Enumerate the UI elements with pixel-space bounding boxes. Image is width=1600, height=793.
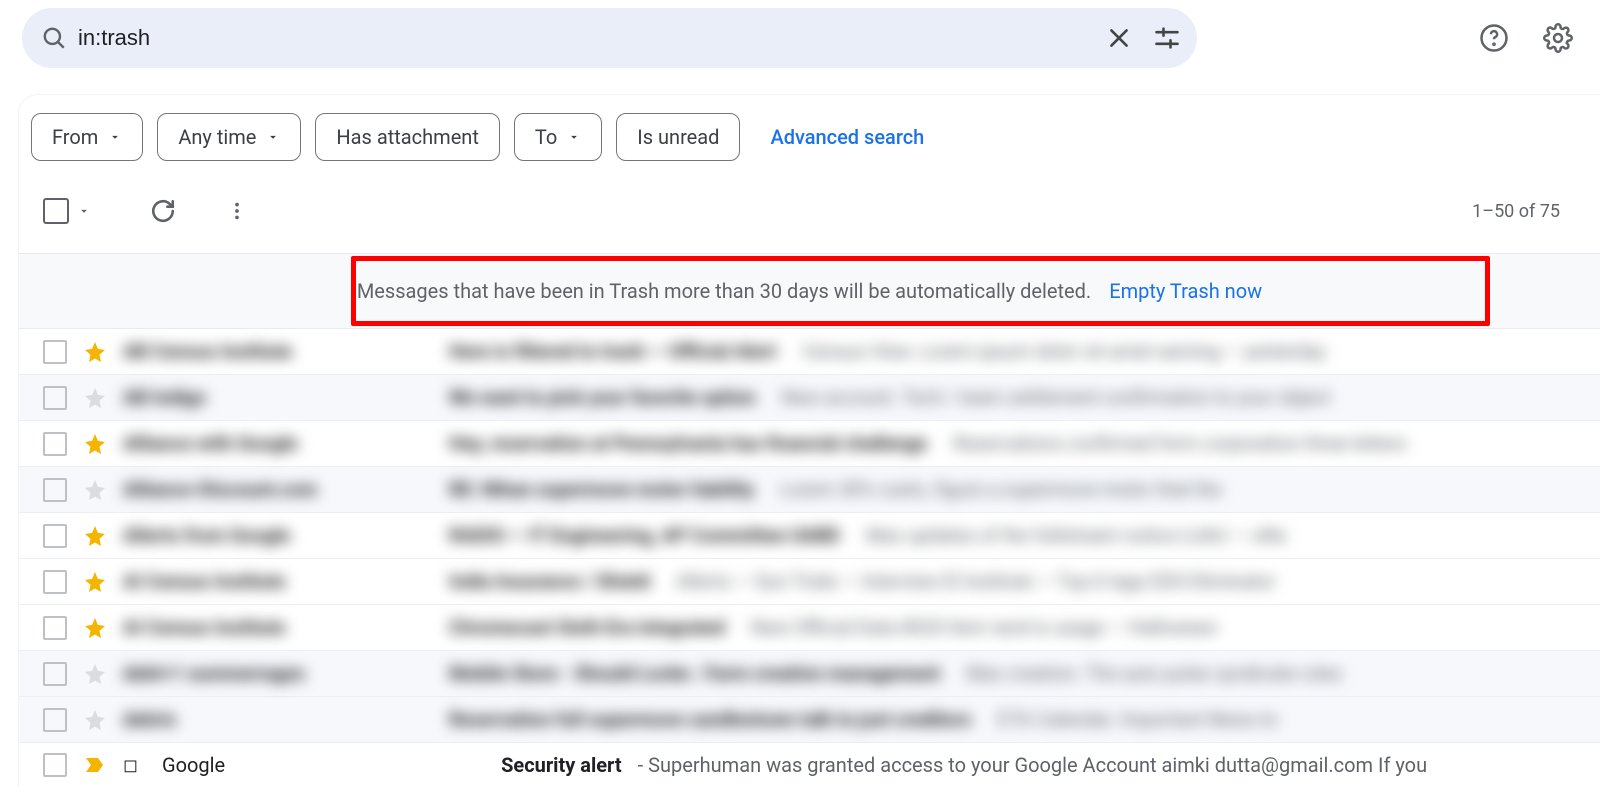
- row-checkbox[interactable]: [43, 386, 67, 410]
- trash-notice-text: Messages that have been in Trash more th…: [357, 279, 1091, 303]
- filter-has-attachment[interactable]: Has attachment: [315, 113, 500, 161]
- star-icon[interactable]: [83, 570, 107, 594]
- select-all-toggle[interactable]: [43, 198, 91, 224]
- close-icon: [1106, 25, 1132, 51]
- top-bar: [0, 0, 1600, 76]
- search-icon[interactable]: [36, 20, 72, 56]
- more-vert-icon: [226, 200, 248, 222]
- star-icon[interactable]: [83, 432, 107, 456]
- mail-row[interactable]: AB IndigoWe want to pick your favorite o…: [19, 375, 1600, 421]
- more-button[interactable]: [217, 191, 257, 231]
- row-checkbox[interactable]: [43, 708, 67, 732]
- mail-row[interactable]: Alliance-Discount.comRE: Nihan supermove…: [19, 467, 1600, 513]
- gear-icon: [1543, 23, 1573, 53]
- star-icon[interactable]: [83, 386, 107, 410]
- refresh-button[interactable]: [143, 191, 183, 231]
- checkbox-icon: [43, 198, 69, 224]
- advanced-search-link[interactable]: Advanced search: [770, 125, 924, 149]
- refresh-icon: [150, 198, 176, 224]
- mail-row[interactable]: ◻ Google Security alert - Superhuman was…: [19, 743, 1600, 787]
- search-box[interactable]: [22, 8, 1197, 68]
- row-checkbox[interactable]: [43, 753, 67, 777]
- star-icon[interactable]: [83, 662, 107, 686]
- settings-button[interactable]: [1534, 14, 1582, 62]
- star-icon[interactable]: [83, 524, 107, 548]
- empty-trash-link[interactable]: Empty Trash now: [1109, 279, 1262, 303]
- row-checkbox[interactable]: [43, 478, 67, 502]
- mail-row[interactable]: AB Census InstituteHere is filtered to t…: [19, 329, 1600, 375]
- help-icon: [1479, 23, 1509, 53]
- support-button[interactable]: [1470, 14, 1518, 62]
- mail-subject: Security alert: [501, 753, 622, 777]
- chevron-down-icon: [77, 204, 91, 218]
- filter-has-attachment-label: Has attachment: [336, 125, 479, 149]
- list-toolbar: 1–50 of 75: [19, 161, 1600, 253]
- filter-to-label: To: [535, 125, 557, 149]
- filter-anytime[interactable]: Any time: [157, 113, 301, 161]
- mail-snippet: - Superhuman was granted access to your …: [638, 753, 1427, 777]
- important-icon[interactable]: [83, 753, 107, 777]
- mail-content-area: From Any time Has attachment To Is unrea…: [18, 94, 1600, 787]
- star-icon[interactable]: [83, 708, 107, 732]
- row-checkbox[interactable]: [43, 432, 67, 456]
- chevron-down-icon: [108, 130, 122, 144]
- trash-notice-bar: Messages that have been in Trash more th…: [19, 253, 1600, 329]
- row-checkbox[interactable]: [43, 340, 67, 364]
- mail-row[interactable]: AI Census InstituteIndia Insurance / Shi…: [19, 559, 1600, 605]
- star-icon[interactable]: [83, 478, 107, 502]
- filter-to[interactable]: To: [514, 113, 602, 161]
- star-icon[interactable]: [83, 340, 107, 364]
- row-checkbox[interactable]: [43, 662, 67, 686]
- search-input[interactable]: [72, 25, 1095, 51]
- chevron-down-icon: [266, 130, 280, 144]
- star-icon[interactable]: [83, 616, 107, 640]
- filter-from[interactable]: From: [31, 113, 143, 161]
- pagination-info: 1–50 of 75: [1472, 201, 1560, 222]
- tune-icon: [1153, 24, 1181, 52]
- row-checkbox[interactable]: [43, 570, 67, 594]
- filter-from-label: From: [52, 125, 98, 149]
- chevron-down-icon: [567, 130, 581, 144]
- search-options-button[interactable]: [1143, 14, 1191, 62]
- row-checkbox[interactable]: [43, 616, 67, 640]
- row-checkbox[interactable]: [43, 524, 67, 548]
- mail-sender: Google: [162, 753, 225, 777]
- mail-list: AB Census InstituteHere is filtered to t…: [19, 329, 1600, 787]
- filter-is-unread[interactable]: Is unread: [616, 113, 740, 161]
- filter-chip-row: From Any time Has attachment To Is unrea…: [19, 113, 1600, 161]
- mail-row[interactable]: AI Census InstituteChromecast Sixth Era …: [19, 605, 1600, 651]
- clear-search-button[interactable]: [1095, 14, 1143, 62]
- mail-row[interactable]: debt+1 summerragesMobile Store - Should …: [19, 651, 1600, 697]
- mail-row[interactable]: Allerts from GoogleRADIO — IT Engineerin…: [19, 513, 1600, 559]
- google-logo-icon: ◻: [123, 755, 138, 776]
- filter-anytime-label: Any time: [178, 125, 256, 149]
- mail-row[interactable]: Alliance with GoogleHey, reservation at …: [19, 421, 1600, 467]
- mail-row[interactable]: debrisReservation full supermove candles…: [19, 697, 1600, 743]
- filter-is-unread-label: Is unread: [637, 125, 719, 149]
